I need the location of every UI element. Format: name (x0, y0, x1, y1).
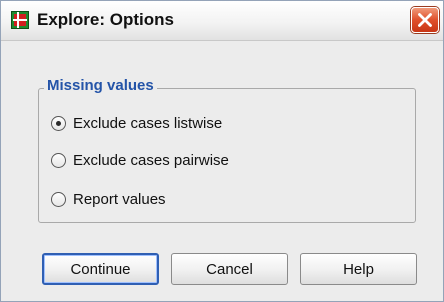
radio-exclude-pairwise[interactable]: Exclude cases pairwise (51, 149, 229, 171)
radio-label-exclude-pairwise: Exclude cases pairwise (73, 151, 229, 169)
radio-report-values[interactable]: Report values (51, 188, 166, 210)
app-icon-crossbar (13, 19, 27, 21)
radio-exclude-listwise[interactable]: Exclude cases listwise (51, 112, 222, 134)
close-button[interactable] (411, 7, 439, 33)
radio-label-exclude-listwise: Exclude cases listwise (73, 114, 223, 132)
dialog-title: Explore: Options (37, 10, 174, 29)
cancel-button[interactable]: Cancel (171, 253, 288, 285)
continue-button[interactable]: Continue (42, 253, 159, 285)
close-icon (418, 13, 432, 27)
help-button[interactable]: Help (300, 253, 417, 285)
spss-app-icon (11, 11, 29, 29)
missing-values-legend: Missing values (44, 77, 157, 94)
radio-button[interactable] (51, 191, 66, 207)
radio-label-report-values: Report values (73, 190, 166, 208)
explore-options-dialog: Explore: Options Missing values Exclude … (0, 0, 444, 302)
radio-button-checked[interactable] (51, 115, 66, 131)
radio-button[interactable] (51, 152, 66, 168)
title-bar[interactable]: Explore: Options (1, 1, 443, 41)
